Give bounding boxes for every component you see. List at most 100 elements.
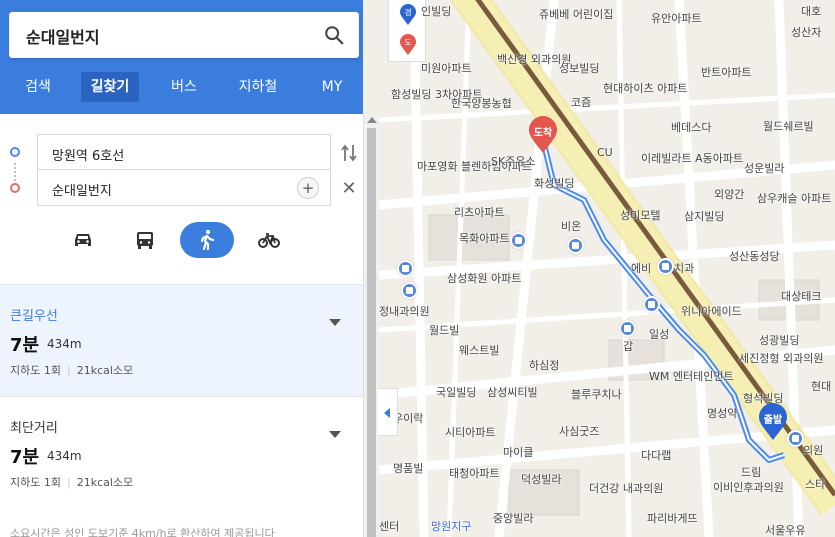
- swap-icon[interactable]: [339, 142, 359, 164]
- map-label: 미원아파트: [421, 62, 472, 75]
- map-label: 중앙빌라: [493, 512, 534, 525]
- arrive-pin-label: 도착: [533, 128, 553, 139]
- map-label: 이레빌라트 A동아파트: [641, 152, 744, 165]
- walk-icon: [200, 229, 215, 251]
- map-label: 성산자: [791, 26, 822, 39]
- arrive-pin[interactable]: 도착: [527, 116, 559, 154]
- search-box[interactable]: 순대일번지: [9, 12, 359, 58]
- layer-pin-red-icon[interactable]: 도: [399, 34, 417, 56]
- search-query[interactable]: 순대일번지: [26, 24, 100, 48]
- depart-pin[interactable]: 출발: [757, 403, 789, 441]
- mode-car[interactable]: [56, 222, 110, 258]
- start-field[interactable]: 망원역 6호선: [37, 134, 331, 170]
- map-label: 대상테크: [781, 290, 822, 303]
- map-label: 삼성화원 아파트: [447, 272, 522, 285]
- map-label: 망원지구: [431, 520, 472, 533]
- tab-bus[interactable]: 버스: [160, 72, 208, 102]
- search-icon[interactable]: [323, 24, 345, 46]
- map-label: 성보빌딩: [559, 62, 600, 75]
- tab-search[interactable]: 검색: [14, 72, 62, 102]
- mode-walk[interactable]: [180, 222, 234, 258]
- close-icon[interactable]: ✕: [339, 178, 359, 200]
- layer-pin-blue-icon[interactable]: 경: [399, 4, 417, 26]
- start-marker-icon: [10, 147, 20, 157]
- map-label: 성미모텔: [620, 209, 661, 222]
- map-label: 하심정: [529, 359, 560, 372]
- car-icon: [75, 234, 91, 246]
- depart-pin-label: 출발: [763, 415, 783, 426]
- panel-scrollbar[interactable]: [363, 114, 379, 537]
- route-type: 최단거리: [10, 421, 58, 436]
- map-label: 일성: [649, 328, 670, 341]
- map-label: 월드쉐르빌: [763, 120, 814, 133]
- add-waypoint-button[interactable]: +: [297, 177, 319, 199]
- map-label: 사심굿즈: [559, 425, 600, 438]
- map-label: 정내과의원: [379, 305, 430, 318]
- map-label: 현대하이츠 아파트: [603, 82, 688, 95]
- svg-text:경: 경: [404, 7, 411, 17]
- map-view[interactable]: 경 도 인빌딩 쥬베베 어린이집 유안아파트 대호 성산자 백신경 외과의원 미…: [379, 0, 835, 537]
- chevron-down-icon[interactable]: [329, 319, 341, 326]
- map-label: 비온: [561, 220, 582, 233]
- map-label: 월드빌: [429, 324, 460, 337]
- map-label: 삼우캐슬 아파트: [757, 192, 832, 205]
- map-label: 센터: [379, 520, 400, 533]
- map-label: CU: [597, 146, 613, 159]
- map-label: 다다랩: [641, 449, 672, 462]
- end-field[interactable]: 순대일번지: [37, 170, 331, 206]
- map-label: WM 엔터테인먼트: [649, 370, 734, 383]
- map-label: 웨스트빌: [459, 344, 500, 357]
- map-label: 이비인후과의원: [713, 481, 784, 494]
- bus-stop-icon[interactable]: [397, 260, 414, 277]
- map-label: SK주유소: [491, 155, 536, 168]
- map-label: 국일빌딩: [436, 386, 477, 399]
- map-label: 코즘: [571, 96, 592, 109]
- map-label: 마이클: [503, 446, 534, 459]
- mode-bike[interactable]: [242, 222, 296, 258]
- svg-text:도: 도: [404, 38, 411, 47]
- bus-stop-icon[interactable]: [619, 320, 636, 337]
- map-label: 현대: [811, 380, 832, 393]
- map-label: 파리바게뜨: [647, 512, 698, 525]
- bus-icon: [137, 232, 153, 249]
- route-time: 7분: [10, 447, 40, 468]
- map-label: 위니아에이드: [681, 305, 742, 318]
- map-label: 화성빌딩: [534, 177, 575, 190]
- travel-modes: [0, 220, 363, 260]
- bus-stop-icon[interactable]: [787, 430, 804, 447]
- tab-subway[interactable]: 지하철: [230, 72, 286, 102]
- map-label: 갑: [623, 340, 634, 353]
- map-label: 유안아파트: [651, 12, 702, 25]
- map-label: 대호: [801, 5, 822, 18]
- route-time: 7분: [10, 335, 40, 356]
- scroll-up-icon[interactable]: [367, 117, 377, 123]
- map-label: 드림: [741, 466, 762, 479]
- route-distance: 434m: [47, 337, 82, 351]
- map-label: 더건강 내과의원: [589, 482, 664, 495]
- map-label: 반트아파트: [701, 66, 752, 79]
- route-result-item[interactable]: 최단거리 7분 434m 지하도 1회 | 21kcal소모: [0, 396, 363, 508]
- route-connector: [14, 163, 16, 185]
- bus-stop-icon[interactable]: [510, 232, 527, 249]
- tab-my[interactable]: MY: [310, 72, 354, 102]
- map-label: 한국양봉농협: [451, 97, 512, 110]
- map-label: 스타: [805, 478, 826, 491]
- bus-stop-icon[interactable]: [657, 258, 674, 275]
- footnote: 소요시간은 성인 도보기준 4km/h로 환산하여 제공됩니다: [10, 527, 275, 537]
- route-result-item[interactable]: 큰길우선 7분 434m 지하도 1회 | 21kcal소모: [0, 284, 363, 396]
- bus-stop-icon[interactable]: [401, 282, 418, 299]
- bus-stop-icon[interactable]: [567, 237, 584, 254]
- collapse-panel-button[interactable]: [378, 388, 398, 436]
- map-label: 성광빌딩: [759, 334, 800, 347]
- map-label: 치과: [674, 262, 695, 275]
- route-inputs: 망원역 6호선 순대일번지 + ✕: [0, 114, 363, 284]
- map-label: 세진정형 외과의원: [739, 352, 824, 365]
- bus-stop-icon[interactable]: [643, 296, 660, 313]
- map-label: 에비: [631, 262, 652, 275]
- mode-bus[interactable]: [118, 222, 172, 258]
- tab-directions[interactable]: 길찾기: [81, 72, 139, 102]
- scrollbar-thumb[interactable]: [367, 128, 376, 537]
- map-label: 명성약: [707, 407, 738, 420]
- chevron-down-icon[interactable]: [329, 431, 341, 438]
- map-label: 서울우유: [765, 524, 806, 537]
